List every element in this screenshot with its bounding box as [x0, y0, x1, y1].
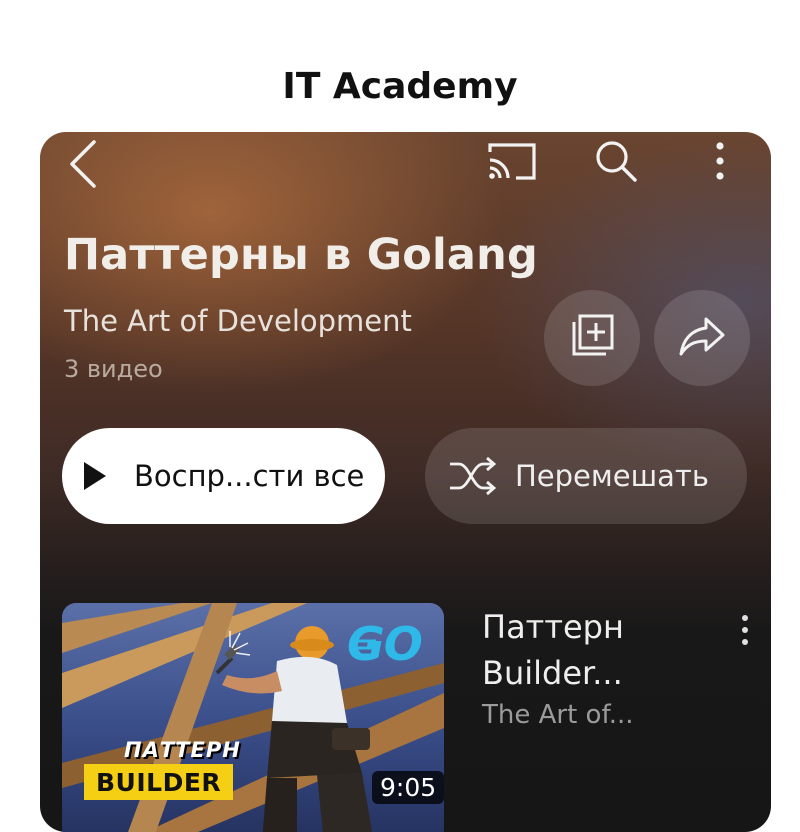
video-title-line-1: Паттерн — [482, 608, 624, 646]
playlist-screen: Паттерны в Golang The Art of Development… — [40, 132, 771, 832]
video-channel: The Art of... — [482, 700, 634, 730]
video-more-icon[interactable] — [730, 608, 760, 652]
playlist-title: Паттерны в Golang — [64, 230, 538, 280]
search-icon[interactable] — [588, 136, 644, 186]
cast-icon[interactable] — [482, 136, 542, 186]
save-to-library-icon — [569, 313, 615, 363]
video-duration: 9:05 — [372, 771, 444, 804]
thumbnail-caption-top: ПАТТЕРН — [124, 738, 241, 762]
video-title-line-2: Builder... — [482, 654, 623, 692]
video-count: 3 видео — [64, 355, 163, 383]
video-thumbnail[interactable]: GO ПАТТЕРН BUILDER 9:05 — [62, 603, 444, 832]
thumbnail-caption-badge: BUILDER — [84, 764, 234, 800]
more-vert-icon[interactable] — [700, 136, 740, 186]
page-title: IT Academy — [282, 66, 518, 107]
play-all-label: Воспр...сти все — [134, 459, 365, 493]
back-icon[interactable] — [58, 136, 108, 192]
video-title[interactable]: Паттерн Builder... — [482, 604, 712, 696]
share-button[interactable] — [654, 290, 750, 386]
play-icon — [82, 459, 112, 493]
go-logo: GO — [347, 617, 423, 671]
shuffle-button[interactable]: Перемешать — [425, 428, 747, 524]
channel-name[interactable]: The Art of Development — [64, 304, 412, 338]
share-icon — [678, 315, 726, 361]
shuffle-icon — [447, 456, 499, 496]
save-to-library-button[interactable] — [544, 290, 640, 386]
play-all-button[interactable]: Воспр...сти все — [62, 428, 385, 524]
shuffle-label: Перемешать — [515, 459, 709, 493]
